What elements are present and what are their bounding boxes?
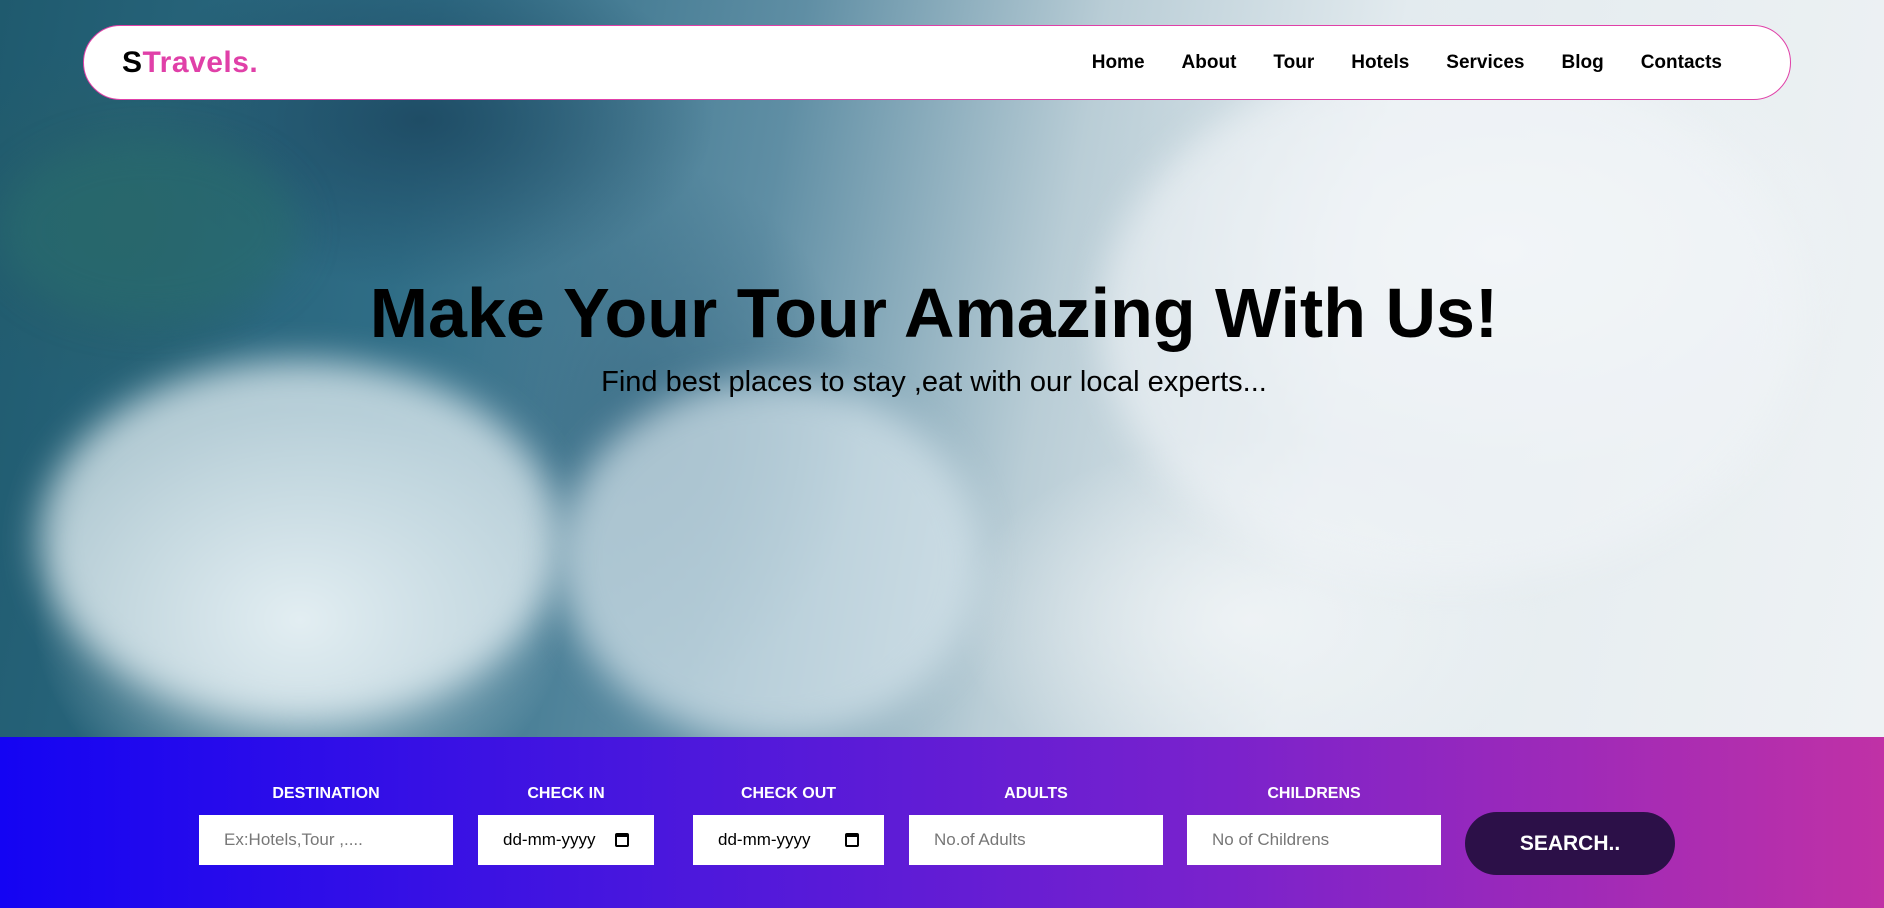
checkin-field-group: CHECK IN dd-mm-yyyy [478, 785, 654, 865]
children-label: CHILDRENS [1267, 785, 1361, 802]
adults-input[interactable]: No.of Adults [909, 815, 1163, 865]
checkout-field-group: CHECK OUT dd-mm-yyyy [693, 785, 884, 865]
search-button[interactable]: SEARCH.. [1465, 812, 1675, 875]
destination-label: DESTINATION [272, 785, 380, 802]
hero-title: Make Your Tour Amazing With Us! [369, 274, 1499, 352]
nav-link-contacts[interactable]: Contacts [1641, 52, 1722, 74]
checkout-label: CHECK OUT [740, 785, 837, 802]
checkout-date-value: dd-mm-yyyy [718, 830, 811, 849]
hero-subtitle: Find best places to stay ,eat with our l… [601, 366, 1267, 398]
adults-label: ADULTS [1004, 785, 1068, 802]
destination-field-group: DESTINATION Ex:Hotels,Tour ,.... [199, 785, 453, 865]
checkin-date-value: dd-mm-yyyy [503, 830, 596, 849]
nav-link-about[interactable]: About [1182, 52, 1237, 74]
logo-text: Travels. [142, 45, 259, 79]
nav-link-services[interactable]: Services [1446, 52, 1524, 74]
checkin-date-input[interactable]: dd-mm-yyyy [478, 815, 654, 865]
nav-link-home[interactable]: Home [1092, 52, 1145, 74]
top-navbar: STravels. Home About Tour Hotels Service… [83, 25, 1791, 100]
nav-link-blog[interactable]: Blog [1561, 52, 1603, 74]
logo-letter: S [122, 45, 143, 79]
calendar-icon[interactable] [615, 833, 629, 847]
nav-link-hotels[interactable]: Hotels [1351, 52, 1409, 74]
checkin-label: CHECK IN [527, 785, 605, 802]
brand-logo[interactable]: STravels. [122, 46, 258, 80]
children-input[interactable]: No of Childrens [1187, 815, 1441, 865]
nav-menu: Home About Tour Hotels Services Blog Con… [1092, 52, 1722, 74]
adults-field-group: ADULTS No.of Adults [909, 785, 1163, 865]
checkout-date-input[interactable]: dd-mm-yyyy [693, 815, 884, 865]
nav-link-tour[interactable]: Tour [1273, 52, 1314, 74]
calendar-icon[interactable] [845, 833, 859, 847]
destination-input[interactable]: Ex:Hotels,Tour ,.... [199, 815, 453, 865]
booking-bar: DESTINATION Ex:Hotels,Tour ,.... CHECK I… [0, 737, 1884, 908]
children-field-group: CHILDRENS No of Childrens [1187, 785, 1441, 865]
